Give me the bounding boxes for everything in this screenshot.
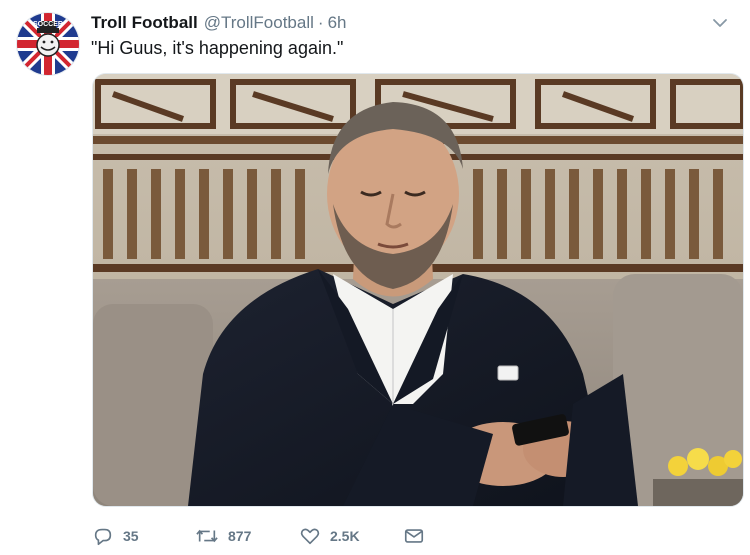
separator-dot: · <box>317 13 324 32</box>
tweet-actions: 35 877 2.5K <box>92 522 425 550</box>
retweet-icon <box>196 529 218 543</box>
more-options-button[interactable] <box>710 13 730 33</box>
avatar[interactable]: SOCCER <box>16 12 80 76</box>
tweet-timestamp[interactable]: 6h <box>328 13 347 33</box>
tweet-media-photo[interactable] <box>92 73 744 507</box>
photo-man-looking-at-phone-icon <box>93 74 743 506</box>
reply-button[interactable]: 35 <box>92 525 195 547</box>
like-button[interactable]: 2.5K <box>299 525 403 547</box>
chevron-down-icon <box>713 19 727 27</box>
direct-message-button[interactable] <box>403 525 425 547</box>
author-name[interactable]: Troll Football <box>91 13 198 33</box>
envelope-icon <box>404 529 424 543</box>
retweet-button[interactable]: 877 <box>195 525 299 547</box>
troll-face-union-jack-avatar-icon: SOCCER <box>17 13 79 75</box>
author-handle[interactable]: @TrollFootball <box>204 13 314 33</box>
reply-icon <box>94 528 112 546</box>
svg-text:SOCCER: SOCCER <box>33 21 63 28</box>
reply-count: 35 <box>123 528 139 544</box>
tweet-text: "Hi Guus, it's happening again." <box>91 38 344 58</box>
heart-icon <box>300 528 320 545</box>
tweet-header: Troll Football @TrollFootball · 6h <box>91 12 730 34</box>
like-count: 2.5K <box>330 528 360 544</box>
retweet-count: 877 <box>228 528 252 544</box>
